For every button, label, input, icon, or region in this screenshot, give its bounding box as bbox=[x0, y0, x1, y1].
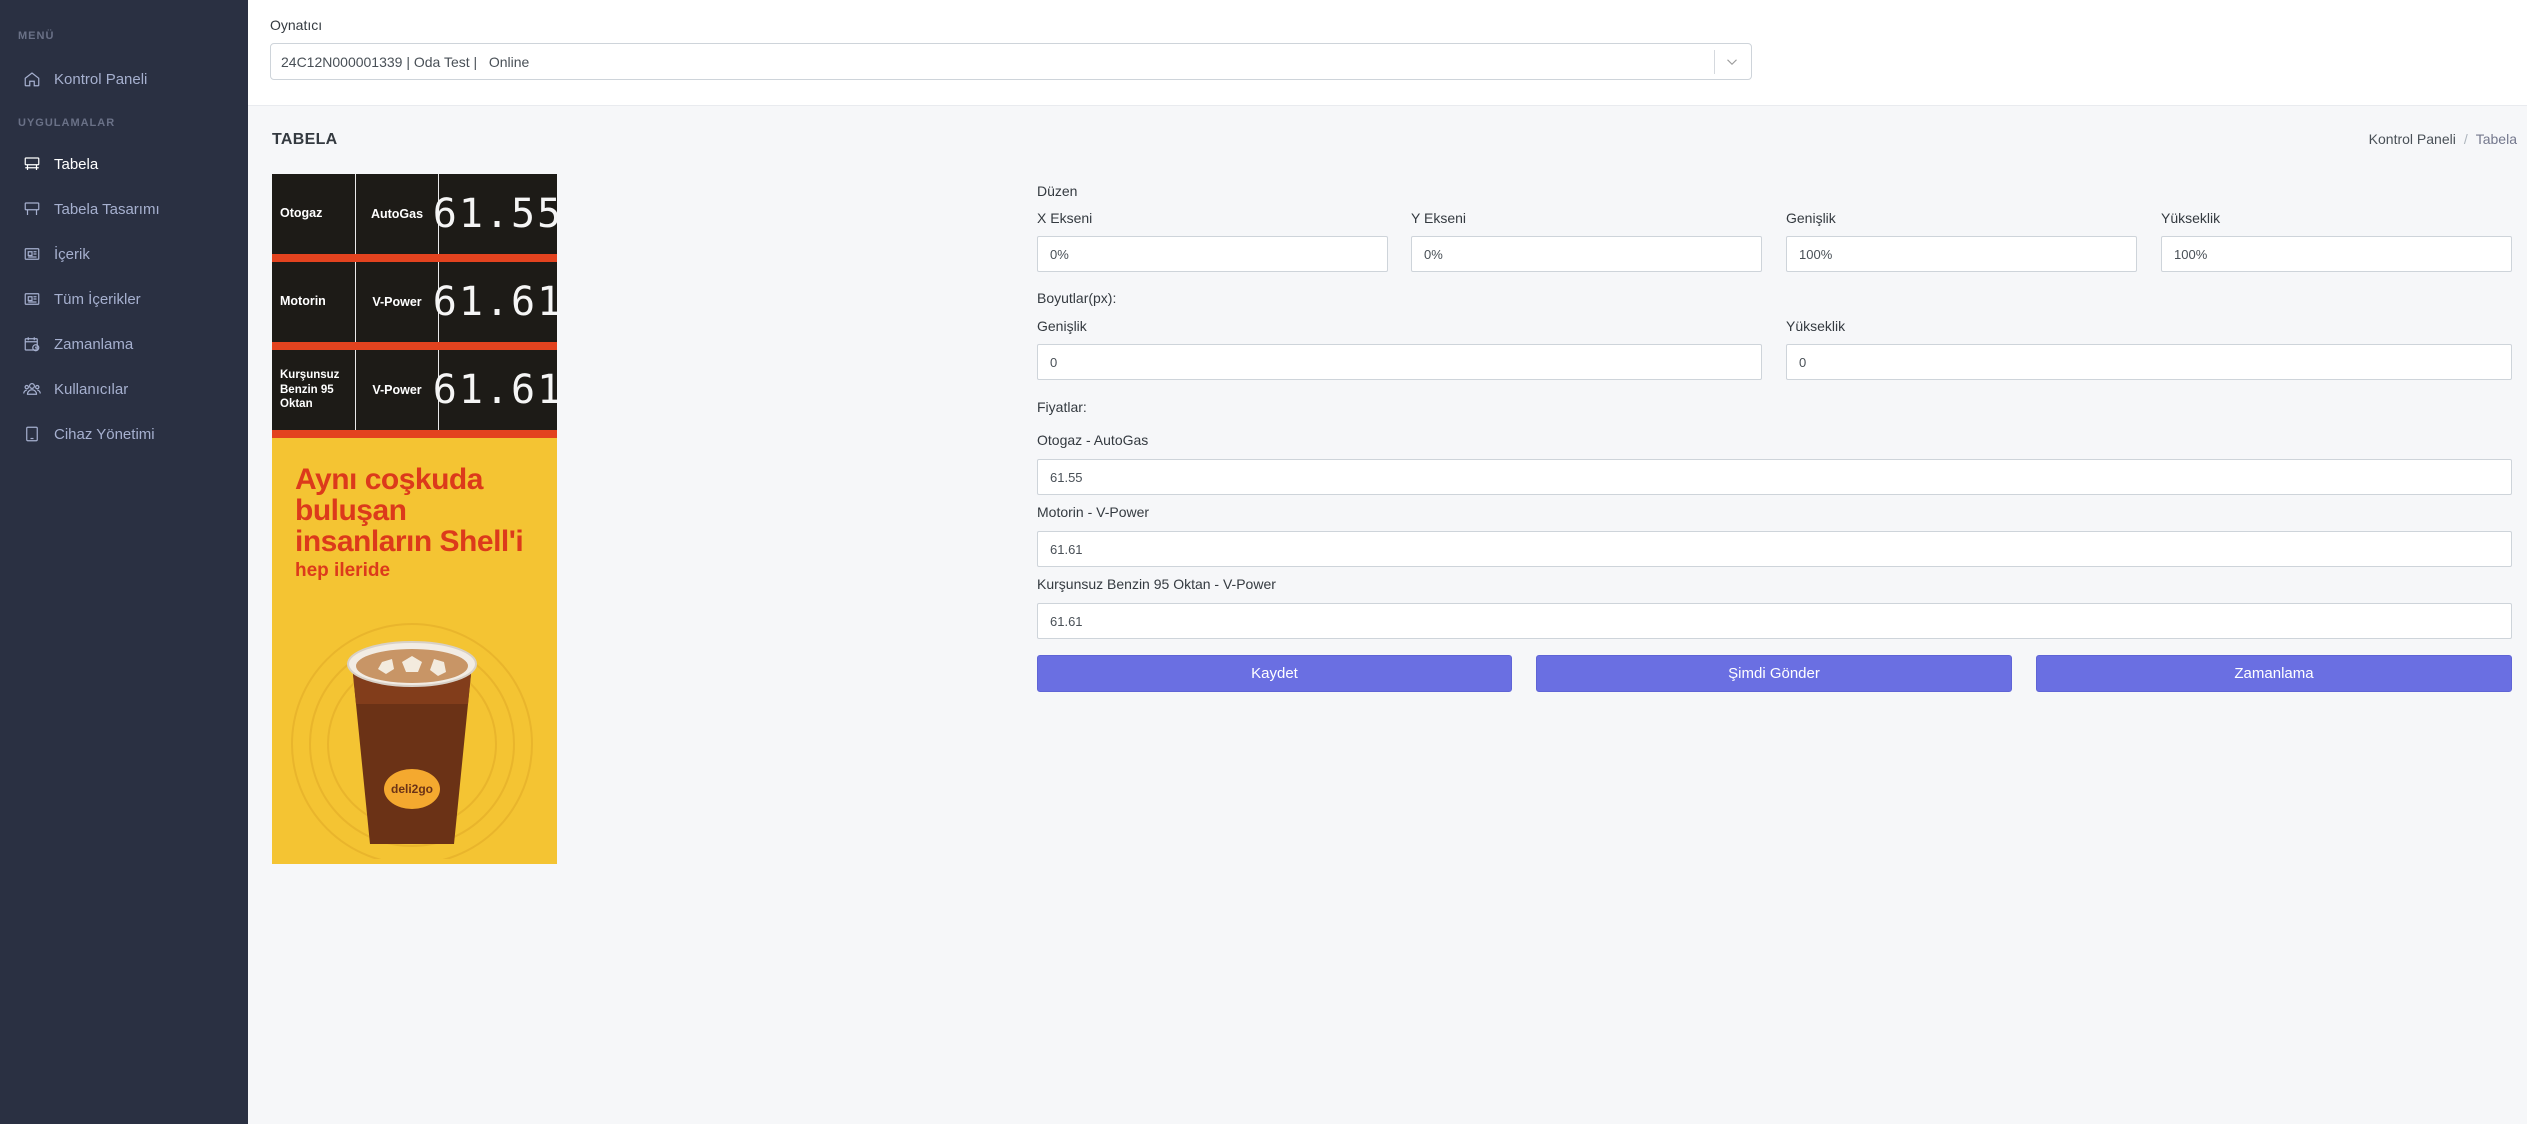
all-content-icon bbox=[22, 289, 42, 309]
px-width-label: Genişlik bbox=[1037, 318, 1087, 334]
breadcrumb-divider: / bbox=[2463, 131, 2468, 147]
price-otogaz-input[interactable]: 61.55 bbox=[1037, 459, 2512, 495]
save-button[interactable]: Kaydet bbox=[1037, 655, 1512, 692]
price-motorin-label: Motorin - V-Power bbox=[1037, 504, 1150, 520]
fuel-brand: V-Power bbox=[356, 350, 439, 430]
page-title: TABELA bbox=[272, 131, 338, 148]
sidebar-item-label: Tabela bbox=[54, 155, 99, 173]
px-height-label: Yükseklik bbox=[1786, 318, 1846, 334]
select-separator bbox=[1714, 50, 1715, 74]
price-row: Kurşunsuz Benzin 95 Oktan V-Power 61.61 bbox=[272, 350, 557, 430]
player-label: Oynatıcı bbox=[270, 17, 323, 33]
price-row: Motorin V-Power 61.61 bbox=[272, 262, 557, 342]
price-kursunsuz-label: Kurşunsuz Benzin 95 Oktan - V-Power bbox=[1037, 576, 1276, 592]
price-motorin-input[interactable]: 61.61 bbox=[1037, 531, 2512, 567]
apps-section-title: UYGULAMALAR bbox=[18, 117, 116, 129]
fuel-brand: AutoGas bbox=[356, 174, 439, 254]
breadcrumb: Kontrol Paneli / Tabela bbox=[2369, 131, 2517, 147]
ad-subline: hep ileride bbox=[295, 560, 391, 581]
width-percent-label: Genişlik bbox=[1786, 210, 1836, 226]
signboard-icon bbox=[22, 154, 42, 174]
price-row: Otogaz AutoGas 61.55 bbox=[272, 174, 557, 254]
price-kursunsuz-input[interactable]: 61.61 bbox=[1037, 603, 2512, 639]
breadcrumb-root[interactable]: Kontrol Paneli bbox=[2369, 131, 2456, 147]
y-axis-label: Y Ekseni bbox=[1411, 210, 1466, 226]
content-icon bbox=[22, 244, 42, 264]
width-percent-input[interactable]: 100% bbox=[1786, 236, 2137, 272]
height-percent-label: Yükseklik bbox=[2161, 210, 2221, 226]
sidebar-item-tabela[interactable]: Tabela bbox=[0, 144, 248, 184]
sidebar-item-label: Tüm İçerikler bbox=[54, 290, 141, 308]
home-icon bbox=[22, 69, 42, 89]
px-width-input[interactable]: 0 bbox=[1037, 344, 1762, 380]
red-divider bbox=[272, 342, 557, 350]
fuel-price: 61.61 bbox=[432, 279, 557, 325]
player-select[interactable]: 24C12N000001339 | Oda Test | Online bbox=[270, 43, 1752, 80]
fuel-price: 61.61 bbox=[432, 367, 557, 413]
red-divider bbox=[272, 430, 557, 438]
sidebar-item-icerik[interactable]: İçerik bbox=[0, 234, 248, 274]
chevron-down-icon[interactable] bbox=[1723, 53, 1741, 71]
sidebar-item-tabela-tasarimi[interactable]: Tabela Tasarımı bbox=[0, 189, 248, 229]
sidebar-item-tum-icerikler[interactable]: Tüm İçerikler bbox=[0, 279, 248, 319]
fuel-price: 61.55 bbox=[432, 191, 557, 237]
layout-section-label: Düzen bbox=[1037, 183, 1078, 199]
fuel-name: Otogaz bbox=[272, 174, 356, 254]
sidebar-item-label: Kontrol Paneli bbox=[54, 70, 148, 88]
x-axis-input[interactable]: 0% bbox=[1037, 236, 1388, 272]
sidebar-item-label: Tabela Tasarımı bbox=[54, 200, 160, 218]
player-selected-value: 24C12N000001339 | Oda Test | Online bbox=[281, 53, 530, 70]
fuel-name: Kurşunsuz Benzin 95 Oktan bbox=[272, 350, 356, 430]
fuel-name: Motorin bbox=[272, 262, 356, 342]
height-percent-input[interactable]: 100% bbox=[2161, 236, 2512, 272]
dimensions-section-label: Boyutlar(px): bbox=[1037, 290, 1117, 306]
sidebar-item-label: Zamanlama bbox=[54, 335, 134, 353]
sidebar-item-zamanlama[interactable]: Zamanlama bbox=[0, 324, 248, 364]
send-now-button[interactable]: Şimdi Gönder bbox=[1536, 655, 2012, 692]
sidebar-item-label: Cihaz Yönetimi bbox=[54, 425, 155, 443]
tablet-icon bbox=[22, 424, 42, 444]
sidebar-item-cihaz-yonetimi[interactable]: Cihaz Yönetimi bbox=[0, 414, 248, 454]
breadcrumb-current: Tabela bbox=[2475, 131, 2517, 147]
prices-section-label: Fiyatlar: bbox=[1037, 399, 1087, 415]
ad-headline: Aynı coşkuda buluşan insanların Shell'i bbox=[295, 463, 524, 558]
sidebar-item-kullanicilar[interactable]: Kullanıcılar bbox=[0, 369, 248, 409]
player-selector-bar: Oynatıcı 24C12N000001339 | Oda Test | On… bbox=[248, 0, 2527, 106]
signboard-preview: Otogaz AutoGas 61.55 Motorin V-Power 61.… bbox=[272, 174, 557, 864]
signboard-design-icon bbox=[22, 199, 42, 219]
sidebar-item-label: Kullanıcılar bbox=[54, 380, 129, 398]
red-divider bbox=[272, 254, 557, 262]
sidebar-item-label: İçerik bbox=[54, 245, 90, 263]
users-icon bbox=[22, 379, 42, 399]
sidebar-item-dashboard[interactable]: Kontrol Paneli bbox=[0, 59, 248, 99]
y-axis-input[interactable]: 0% bbox=[1411, 236, 1762, 272]
sidebar: MENÜ Kontrol Paneli UYGULAMALAR Tabela T… bbox=[0, 0, 248, 1124]
coffee-cup-illustration: deli2go bbox=[282, 604, 547, 864]
cup-logo-text: deli2go bbox=[391, 782, 433, 796]
price-otogaz-label: Otogaz - AutoGas bbox=[1037, 432, 1149, 448]
calendar-clock-icon bbox=[22, 334, 42, 354]
menu-section-title: MENÜ bbox=[18, 30, 55, 42]
schedule-button[interactable]: Zamanlama bbox=[2036, 655, 2512, 692]
px-height-input[interactable]: 0 bbox=[1786, 344, 2512, 380]
fuel-brand: V-Power bbox=[356, 262, 439, 342]
x-axis-label: X Ekseni bbox=[1037, 210, 1093, 226]
